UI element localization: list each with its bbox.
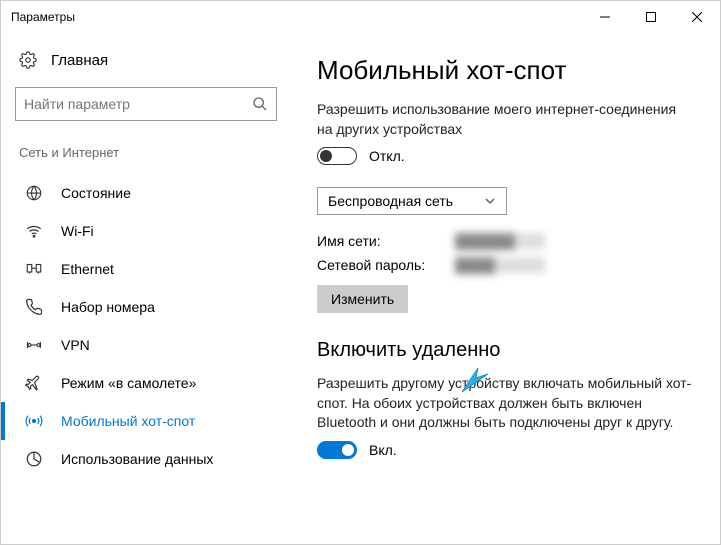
titlebar: Параметры [1, 1, 720, 33]
sidebar-item-dialup[interactable]: Набор номера [1, 288, 291, 326]
datausage-icon [25, 450, 43, 468]
airplane-icon [25, 374, 43, 392]
sidebar-item-airplane[interactable]: Режим «в самолете» [1, 364, 291, 402]
remote-toggle-label: Вкл. [369, 442, 397, 458]
home-nav[interactable]: Главная [1, 43, 291, 77]
sidebar-item-label: Ethernet [61, 261, 114, 277]
sidebar: Главная Сеть и Интернет Состояние Wi-Fi [1, 33, 291, 544]
search-input-wrap[interactable] [15, 87, 277, 121]
select-value: Беспроводная сеть [328, 193, 453, 209]
maximize-button[interactable] [628, 1, 674, 33]
password-label: Сетевой пароль: [317, 257, 447, 273]
gear-icon [19, 51, 37, 69]
sidebar-item-datausage[interactable]: Использование данных [1, 440, 291, 478]
ethernet-icon [25, 260, 43, 278]
page-title: Мобильный хот-спот [317, 55, 694, 86]
nav-category: Сеть и Интернет [1, 139, 291, 174]
close-button[interactable] [674, 1, 720, 33]
main-panel: Мобильный хот-спот Разрешить использован… [291, 33, 720, 544]
minimize-button[interactable] [582, 1, 628, 33]
sidebar-item-ethernet[interactable]: Ethernet [1, 250, 291, 288]
sidebar-item-vpn[interactable]: VPN [1, 326, 291, 364]
sidebar-item-wifi[interactable]: Wi-Fi [1, 212, 291, 250]
network-name-value: ██████ [455, 233, 545, 249]
hotspot-icon [25, 412, 43, 430]
home-label: Главная [51, 52, 108, 69]
search-icon [252, 96, 268, 112]
chevron-down-icon [484, 195, 496, 207]
sidebar-item-label: Использование данных [61, 451, 213, 467]
sidebar-item-label: Режим «в самолете» [61, 375, 196, 391]
remote-toggle[interactable] [317, 441, 357, 459]
share-toggle[interactable] [317, 147, 357, 165]
connection-select[interactable]: Беспроводная сеть [317, 187, 507, 215]
wifi-icon [25, 222, 43, 240]
password-value: ████ [455, 257, 545, 273]
dialup-icon [25, 298, 43, 316]
sidebar-item-hotspot[interactable]: Мобильный хот-спот [1, 402, 291, 440]
vpn-icon [25, 336, 43, 354]
remote-heading: Включить удаленно [317, 339, 694, 362]
search-input[interactable] [24, 96, 252, 112]
sidebar-item-label: Состояние [61, 185, 131, 201]
window-title: Параметры [11, 10, 582, 24]
sidebar-item-label: Wi-Fi [61, 223, 94, 239]
status-icon [25, 184, 43, 202]
share-toggle-label: Откл. [369, 148, 405, 164]
network-name-label: Имя сети: [317, 233, 447, 249]
sidebar-item-label: Мобильный хот-спот [61, 413, 195, 429]
sidebar-item-label: Набор номера [61, 299, 155, 315]
share-description: Разрешить использование моего интернет-с… [317, 100, 694, 139]
remote-description: Разрешить другому устройству включать мо… [317, 374, 694, 433]
sidebar-item-status[interactable]: Состояние [1, 174, 291, 212]
edit-button[interactable]: Изменить [317, 285, 408, 313]
sidebar-item-label: VPN [61, 337, 90, 353]
